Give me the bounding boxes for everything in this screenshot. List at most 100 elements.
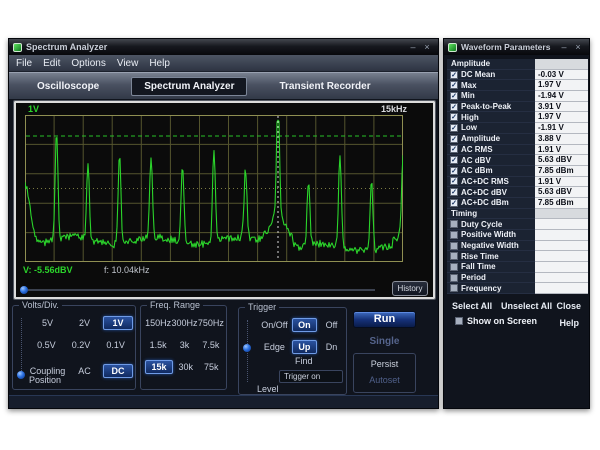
freq-range-title: Freq. Range [147, 300, 203, 310]
freq-option-30k[interactable]: 30k [173, 362, 199, 372]
freq-option-300hz[interactable]: 300Hz [171, 318, 197, 328]
volts-option-5v[interactable]: 5V [29, 318, 66, 328]
param-row-min: ✓Min-1.94 V [447, 91, 588, 102]
param-label-cell: ✓Max [447, 80, 535, 91]
minimize-button[interactable]: – [557, 41, 571, 53]
checkbox-ac-dc-rms[interactable]: ✓ [450, 177, 458, 185]
level-slider-thumb[interactable] [243, 344, 251, 352]
freq-option-750hz[interactable]: 750Hz [198, 318, 224, 328]
close-panel-button[interactable]: Close [556, 301, 581, 311]
checkbox-max[interactable]: ✓ [450, 81, 458, 89]
title-bar[interactable]: Spectrum Analyzer – × [9, 39, 438, 55]
param-label-cell: Period [447, 273, 535, 284]
autoset-button[interactable]: Autoset [354, 375, 415, 385]
tab-strip: Oscilloscope Spectrum Analyzer Transient R… [9, 72, 438, 99]
freq-option-3k[interactable]: 3k [171, 340, 197, 350]
checkbox-ac-rms[interactable]: ✓ [450, 145, 458, 153]
volts-option-2v[interactable]: 2V [66, 318, 103, 328]
edge-label: Edge [257, 342, 292, 352]
checkbox-period[interactable] [450, 274, 458, 282]
spectrum-display: 1V 15kHz V: -5.56dBV f: 10.04kHz History [14, 101, 435, 299]
param-label: Peak-to-Peak [461, 102, 511, 111]
select-all-button[interactable]: Select All [452, 301, 492, 311]
checkbox-duty-cycle[interactable] [450, 220, 458, 228]
checkbox-rise-time[interactable] [450, 252, 458, 260]
close-button[interactable]: × [571, 41, 585, 53]
edge-dn-button[interactable]: Dn [317, 342, 346, 352]
edge-up-button[interactable]: Up [292, 340, 317, 354]
close-button[interactable]: × [420, 41, 434, 53]
volts-div-title: Volts/Div. [19, 300, 62, 310]
trigger-level-field[interactable]: Trigger on [279, 370, 343, 383]
checkbox-dc-mean[interactable]: ✓ [450, 71, 458, 79]
param-label: Period [461, 273, 486, 282]
checkbox-amplitude[interactable]: ✓ [450, 135, 458, 143]
param-value [535, 251, 588, 262]
run-button[interactable]: Run [353, 311, 416, 328]
menu-item-view[interactable]: View [117, 58, 139, 69]
trigger-onoff-row: On/Off On Off [257, 314, 346, 336]
freq-option-15k[interactable]: 15k [145, 360, 173, 374]
checkbox-ac-dc-dbv[interactable]: ✓ [450, 188, 458, 196]
menu-item-help[interactable]: Help [149, 58, 170, 69]
single-button[interactable]: Single [353, 336, 416, 347]
horizontal-scroll-track[interactable] [23, 289, 375, 291]
checkbox-peak-to-peak[interactable]: ✓ [450, 103, 458, 111]
show-on-screen-checkbox[interactable] [455, 317, 463, 325]
tab-transient-recorder[interactable]: Transient Recorder [273, 78, 376, 95]
param-row-amplitude: ✓Amplitude3.88 V [447, 134, 588, 145]
volts-option-1v[interactable]: 1V [103, 316, 133, 330]
param-value: 7.85 dBm [535, 198, 588, 209]
trigger-off-button[interactable]: Off [317, 320, 346, 330]
checkbox-low[interactable]: ✓ [450, 124, 458, 132]
checkbox-ac-dbm[interactable]: ✓ [450, 167, 458, 175]
param-row-fall-time: Fall Time [447, 262, 588, 273]
menu-item-edit[interactable]: Edit [43, 58, 60, 69]
freq-option-7-5k[interactable]: 7.5k [198, 340, 224, 350]
find-button[interactable]: Find [295, 356, 313, 366]
checkbox-negative-width[interactable] [450, 242, 458, 250]
persist-button[interactable]: Persist [354, 359, 415, 369]
param-label: DC Mean [461, 70, 495, 79]
volts-option-0-2v[interactable]: 0.2V [64, 340, 99, 350]
param-label-cell: Negative Width [447, 241, 535, 252]
horizontal-scroll-thumb[interactable] [20, 286, 28, 294]
param-label: High [461, 113, 479, 122]
param-label-cell: Timing [447, 209, 535, 220]
freq-option-150hz[interactable]: 150Hz [145, 318, 171, 328]
unselect-all-button[interactable]: Unselect All [501, 301, 552, 311]
checkbox-fall-time[interactable] [450, 263, 458, 271]
menu-item-file[interactable]: File [16, 58, 32, 69]
freq-option-1-5k[interactable]: 1.5k [145, 340, 171, 350]
volts-option-0-5v[interactable]: 0.5V [29, 340, 64, 350]
param-value [535, 230, 588, 241]
param-section-amplitude: Amplitude [447, 59, 588, 70]
coupling-option-dc[interactable]: DC [103, 364, 133, 378]
coupling-option-ac[interactable]: AC [66, 366, 103, 376]
tab-oscilloscope[interactable]: Oscilloscope [31, 78, 105, 95]
menu-item-options[interactable]: Options [71, 58, 105, 69]
checkbox-ac-dc-dbm[interactable]: ✓ [450, 199, 458, 207]
checkbox-positive-width[interactable] [450, 231, 458, 239]
position-slider-thumb[interactable] [17, 371, 25, 379]
trigger-on-button[interactable]: On [292, 318, 317, 332]
checkbox-high[interactable]: ✓ [450, 113, 458, 121]
volts-option-0-1v[interactable]: 0.1V [98, 340, 133, 350]
title-bar[interactable]: Waveform Parameters – × [444, 39, 589, 55]
help-button[interactable]: Help [559, 318, 579, 328]
volts-row: 5V2V1V [29, 312, 133, 334]
checkbox-min[interactable]: ✓ [450, 92, 458, 100]
history-button[interactable]: History [392, 281, 428, 296]
checkbox-ac-dbv[interactable]: ✓ [450, 156, 458, 164]
checkbox-frequency[interactable] [450, 284, 458, 292]
spectrum-plot-svg [25, 115, 403, 262]
position-slider-track[interactable] [21, 318, 22, 377]
param-row-negative-width: Negative Width [447, 241, 588, 252]
freq-option-75k[interactable]: 75k [199, 362, 225, 372]
minimize-button[interactable]: – [406, 41, 420, 53]
param-section-timing: Timing [447, 209, 588, 220]
param-label: Max [461, 81, 477, 90]
level-label: Level [257, 384, 279, 394]
tab-spectrum-analyzer[interactable]: Spectrum Analyzer [131, 77, 247, 96]
freq-row: 15k30k75k [145, 356, 224, 378]
